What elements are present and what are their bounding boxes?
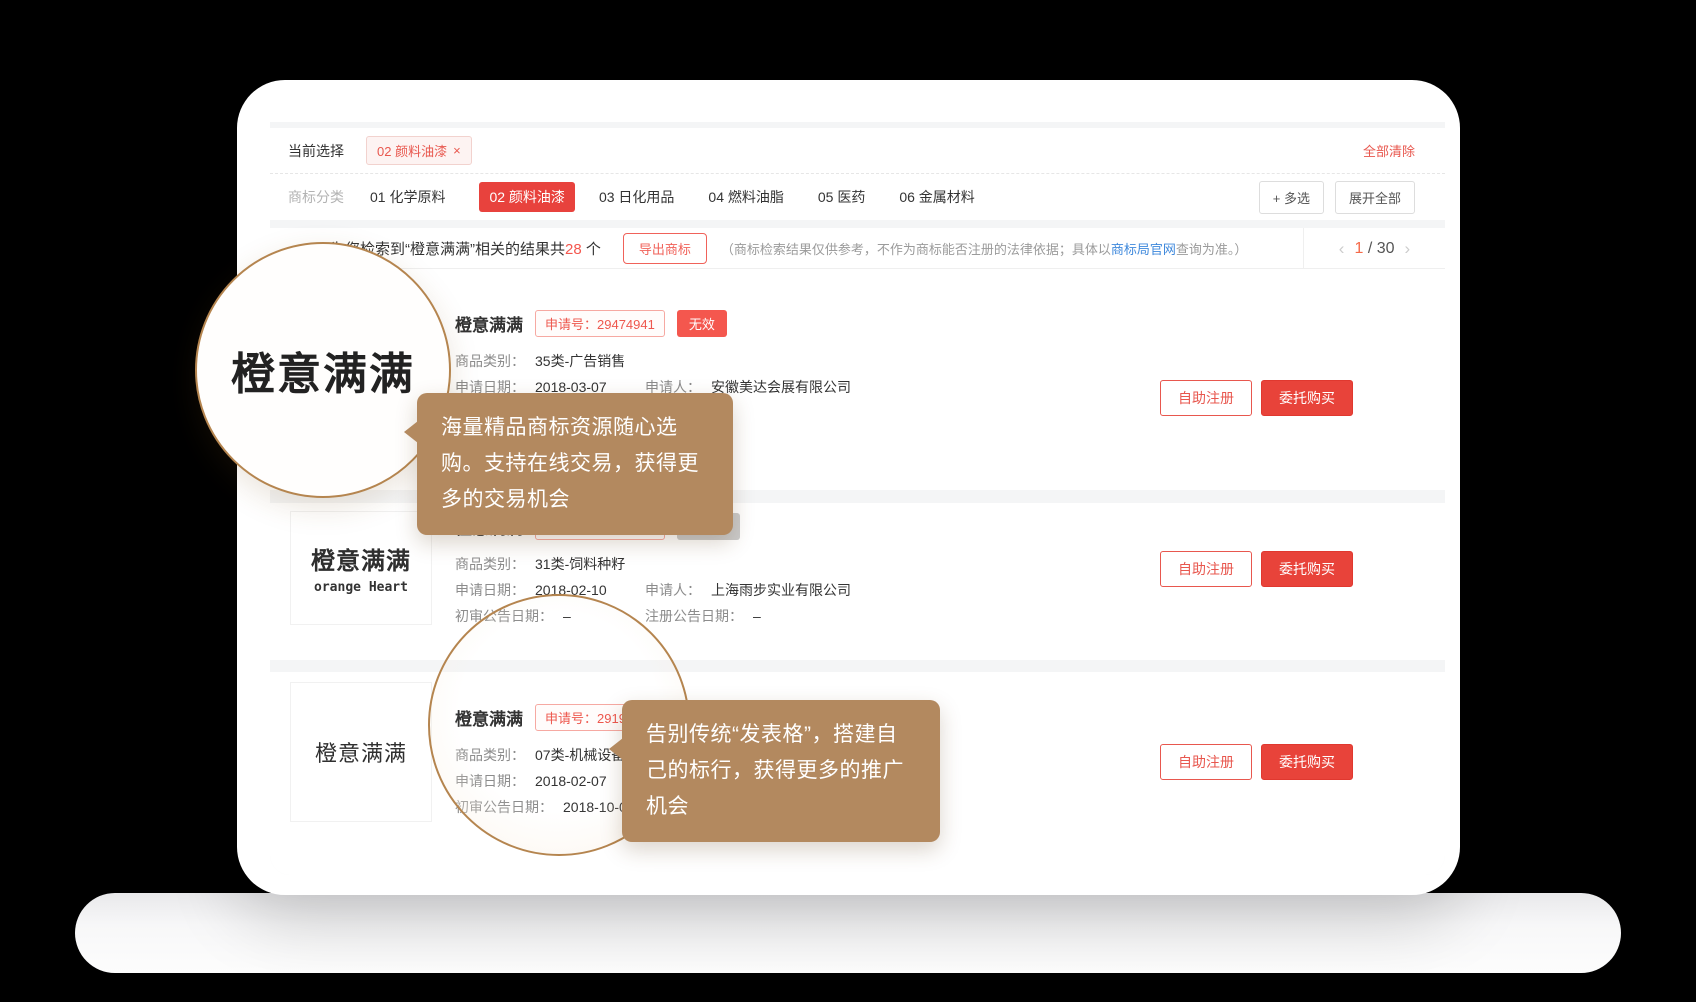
category-item-05[interactable]: 05 医药 <box>818 187 865 207</box>
category-label: 商标分类 <box>288 187 344 207</box>
selected-filter-chip[interactable]: 02 颜料油漆 × <box>366 136 472 165</box>
page: 当前选择 02 颜料油漆 × 全部清除 商标分类 01 化学原料 02 颜料油漆… <box>0 0 1696 1002</box>
category-item-01[interactable]: 01 化学原料 <box>370 187 445 207</box>
category-row: 商标分类 01 化学原料 02 颜料油漆 03 日化用品 04 燃料油脂 05 … <box>270 174 1445 220</box>
zoomed-trademark-text: 橙意满满 <box>231 338 415 402</box>
current-page: 1 <box>1354 240 1363 257</box>
trademark-name: 橙意满满 <box>455 311 523 336</box>
laptop-base <box>75 893 1621 973</box>
callout-promotion: 告别传统“发表格”，搭建自己的标行，获得更多的推广机会 <box>622 700 940 842</box>
next-page-icon[interactable]: › <box>1405 240 1411 257</box>
row-actions: 自助注册 委托购买 <box>1160 744 1353 780</box>
category-item-04[interactable]: 04 燃料油脂 <box>708 187 783 207</box>
row-actions: 自助注册 委托购买 <box>1160 380 1353 416</box>
callout-marketplace: 海量精品商标资源随心选购。支持在线交易，获得更多的交易机会 <box>417 393 733 535</box>
pagination: ‹ 1 / 30 › <box>1303 228 1445 269</box>
selected-filter-chip-label: 02 颜料油漆 <box>377 141 447 160</box>
total-pages: 30 <box>1377 240 1395 257</box>
status-badge: 无效 <box>677 310 727 337</box>
trademark-image: 橙意满满 orange Heart <box>290 511 432 625</box>
category-item-02-active[interactable]: 02 颜料油漆 <box>479 182 574 212</box>
row-actions: 自助注册 委托购买 <box>1160 551 1353 587</box>
multi-select-button[interactable]: + 多选 <box>1259 181 1324 214</box>
self-register-button[interactable]: 自助注册 <box>1160 744 1252 780</box>
results-count: 28 <box>565 241 582 258</box>
expand-all-button[interactable]: 展开全部 <box>1335 181 1415 214</box>
self-register-button[interactable]: 自助注册 <box>1160 380 1252 416</box>
category-item-03[interactable]: 03 日化用品 <box>599 187 674 207</box>
export-trademark-button[interactable]: 导出商标 <box>623 233 707 264</box>
disclaimer-note: （商标检索结果仅供参考，不作为商标能否注册的法律依据；具体以商标局官网查询为准。… <box>721 239 1248 258</box>
entrust-purchase-button[interactable]: 委托购买 <box>1261 380 1353 416</box>
magnifier-circle-zoomed: 橙意满满 <box>195 242 451 498</box>
chip-close-icon[interactable]: × <box>453 143 461 158</box>
clear-all-link[interactable]: 全部清除 <box>1363 141 1415 160</box>
trademark-office-link[interactable]: 商标局官网 <box>1111 242 1176 257</box>
entrust-purchase-button[interactable]: 委托购买 <box>1261 744 1353 780</box>
entrust-purchase-button[interactable]: 委托购买 <box>1261 551 1353 587</box>
current-selection-label: 当前选择 <box>288 141 344 161</box>
trademark-image: 橙意满满 <box>290 682 432 822</box>
results-header: 为您检索到“橙意满满”相关的结果共28 个 导出商标 （商标检索结果仅供参考，不… <box>270 228 1445 269</box>
application-number-tag: 申请号：29474941 <box>535 310 665 337</box>
prev-page-icon[interactable]: ‹ <box>1339 240 1345 257</box>
current-selection-row: 当前选择 02 颜料油漆 × 全部清除 <box>270 128 1445 174</box>
row-details: 橙意满满 申请号：29474941 无效 商品类别：35类-广告销售 申请日期：… <box>455 310 727 403</box>
filter-panel: 当前选择 02 颜料油漆 × 全部清除 商标分类 01 化学原料 02 颜料油漆… <box>270 128 1445 220</box>
category-item-06[interactable]: 06 金属材料 <box>899 187 974 207</box>
self-register-button[interactable]: 自助注册 <box>1160 551 1252 587</box>
